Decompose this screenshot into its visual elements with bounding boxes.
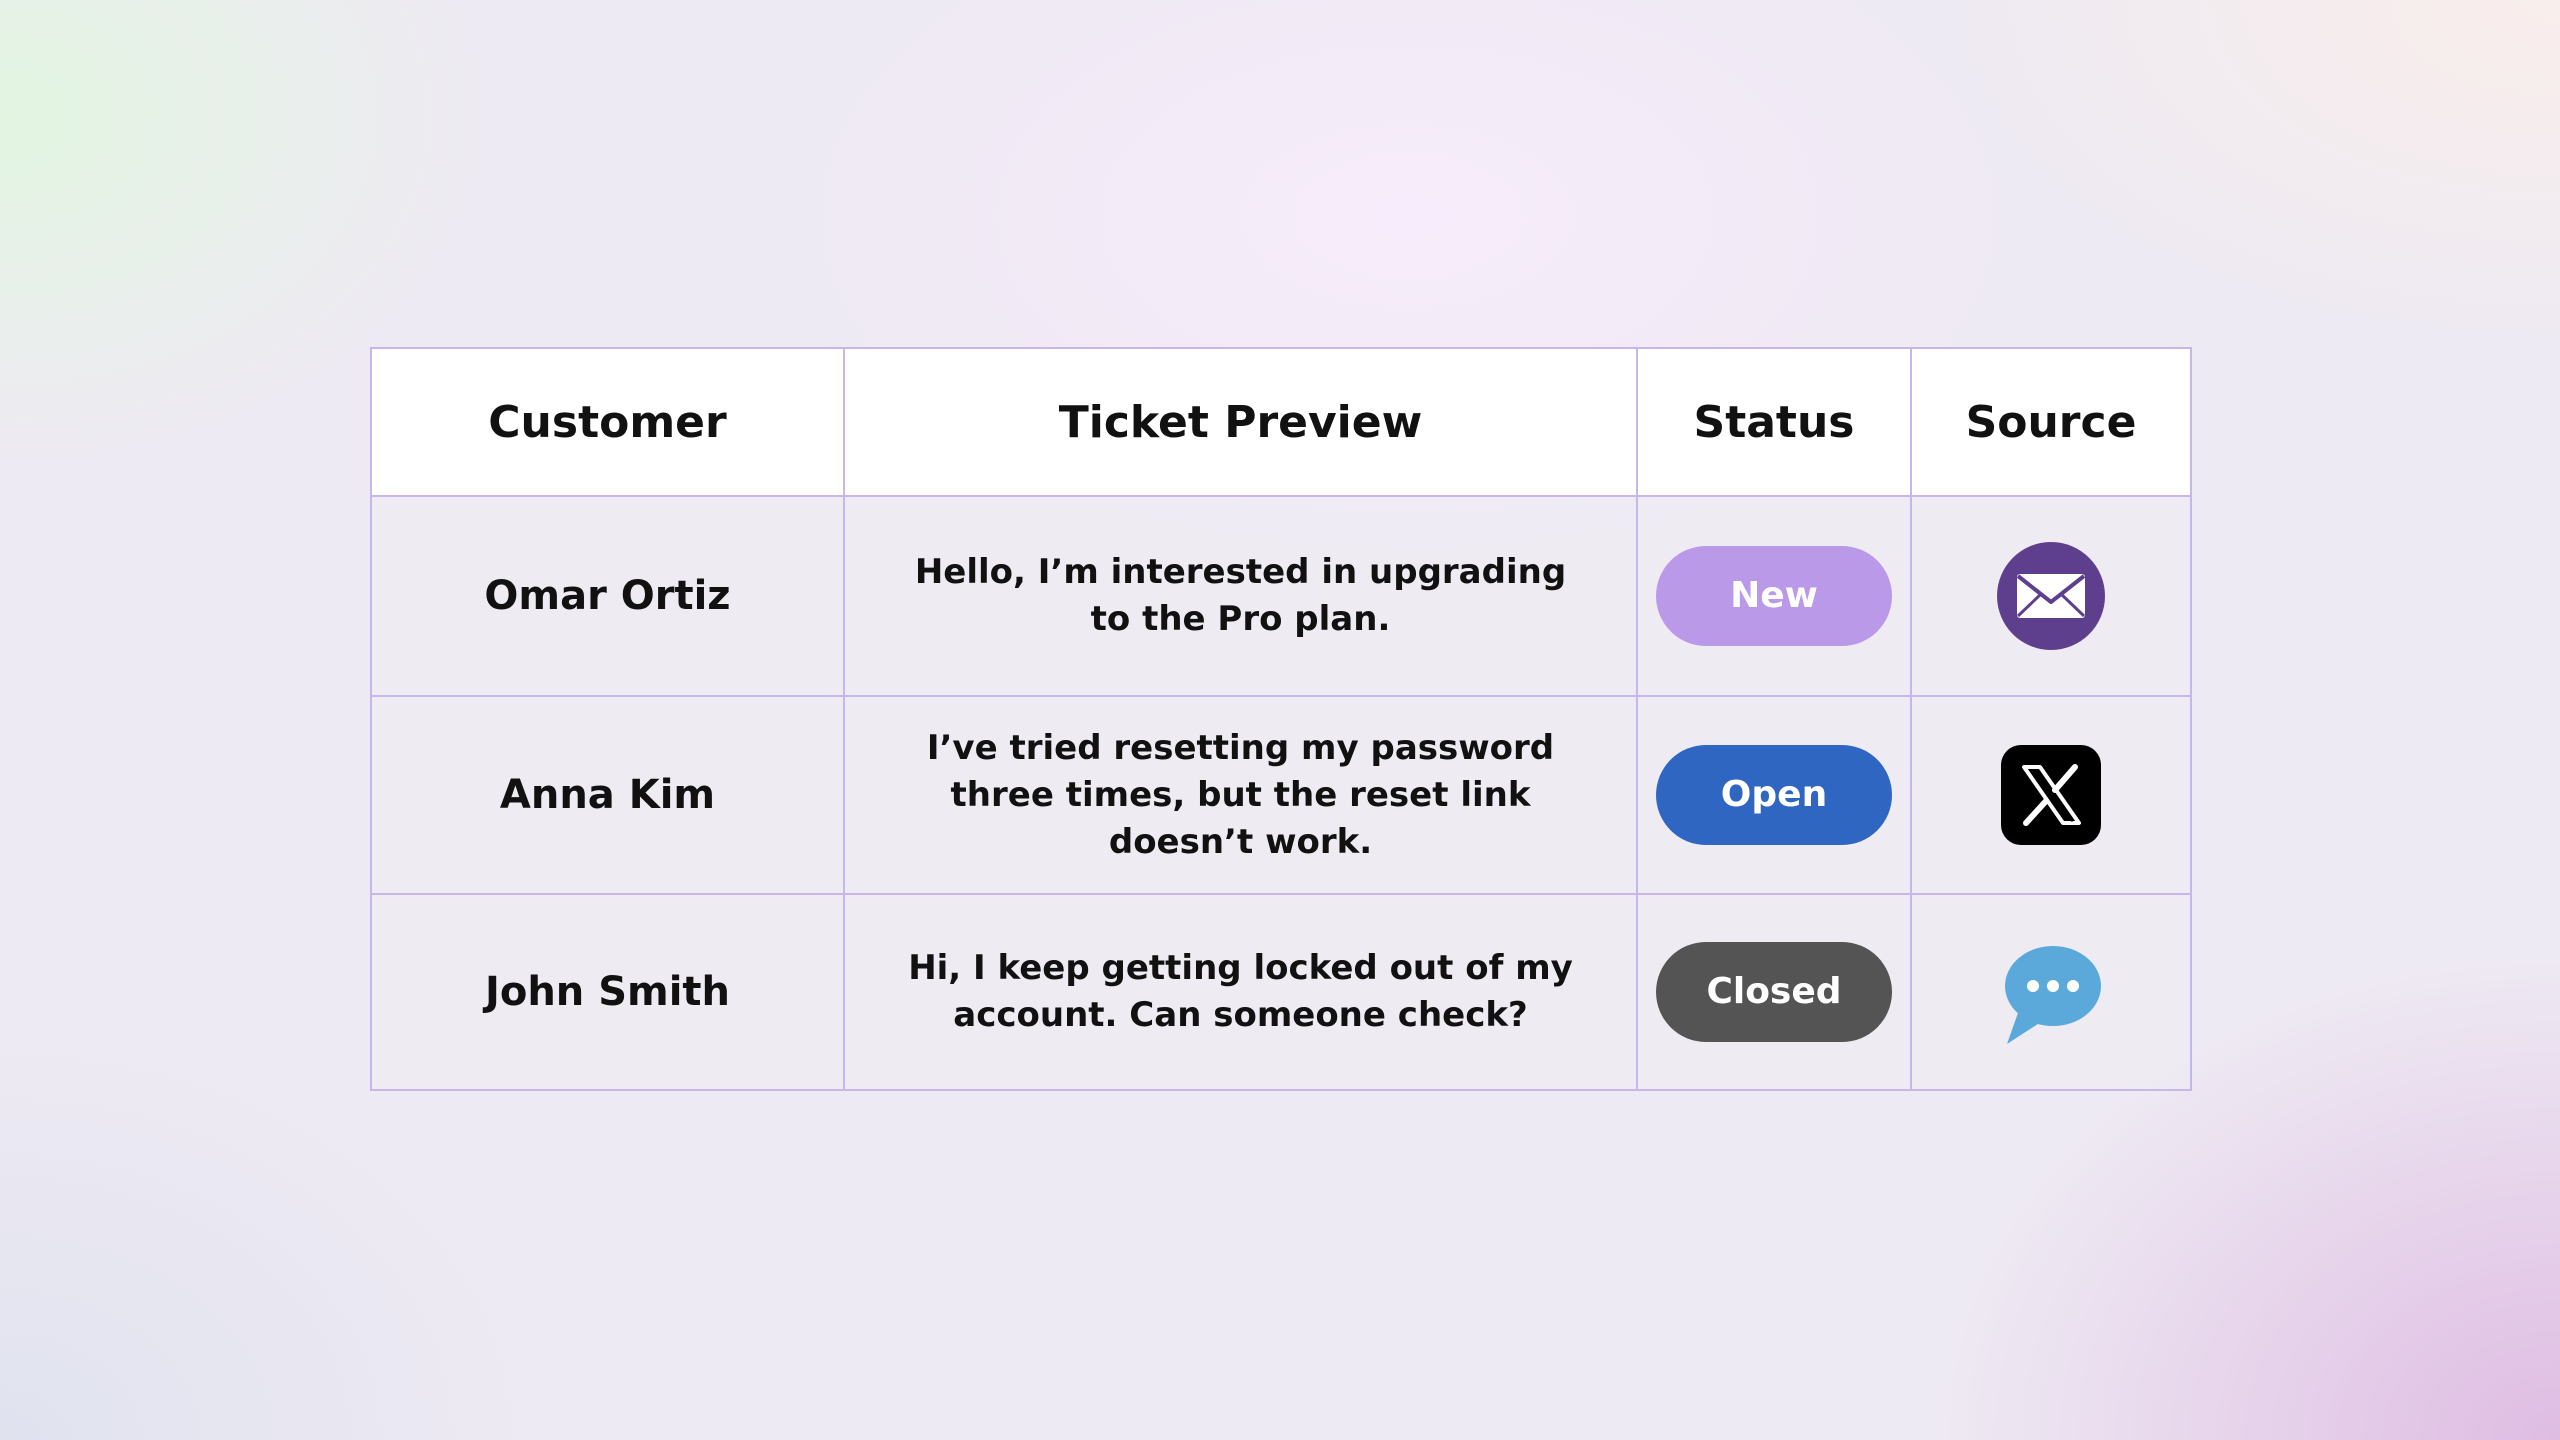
column-header-ticket-preview[interactable]: Ticket Preview — [843, 347, 1638, 497]
chat-bubble-icon — [1997, 938, 2105, 1046]
table-row[interactable]: Omar Ortiz Hello, I’m interested in upgr… — [370, 495, 2192, 697]
status-cell: New — [1636, 495, 1912, 697]
x-logo-icon — [1997, 741, 2105, 849]
source-cell — [1910, 893, 2192, 1091]
email-icon — [1997, 542, 2105, 650]
ticket-preview: Hello, I’m interested in upgrading to th… — [843, 495, 1638, 697]
column-header-customer[interactable]: Customer — [370, 347, 845, 497]
status-badge-new[interactable]: New — [1656, 546, 1892, 646]
customer-name: Anna Kim — [370, 695, 845, 895]
column-header-status[interactable]: Status — [1636, 347, 1912, 497]
source-cell — [1910, 695, 2192, 895]
status-cell: Open — [1636, 695, 1912, 895]
status-badge-closed[interactable]: Closed — [1656, 942, 1892, 1042]
status-badge-open[interactable]: Open — [1656, 745, 1892, 845]
table-header-row: Customer Ticket Preview Status Source — [370, 347, 2192, 497]
ticket-preview: Hi, I keep getting locked out of my acco… — [843, 893, 1638, 1091]
customer-name: John Smith — [370, 893, 845, 1091]
table-row[interactable]: Anna Kim I’ve tried resetting my passwor… — [370, 695, 2192, 895]
ticket-preview: I’ve tried resetting my password three t… — [843, 695, 1638, 895]
source-cell — [1910, 495, 2192, 697]
table-row[interactable]: John Smith Hi, I keep getting locked out… — [370, 893, 2192, 1091]
status-cell: Closed — [1636, 893, 1912, 1091]
customer-name: Omar Ortiz — [370, 495, 845, 697]
column-header-source[interactable]: Source — [1910, 347, 2192, 497]
ticket-table: Customer Ticket Preview Status Source Om… — [370, 347, 2192, 1091]
